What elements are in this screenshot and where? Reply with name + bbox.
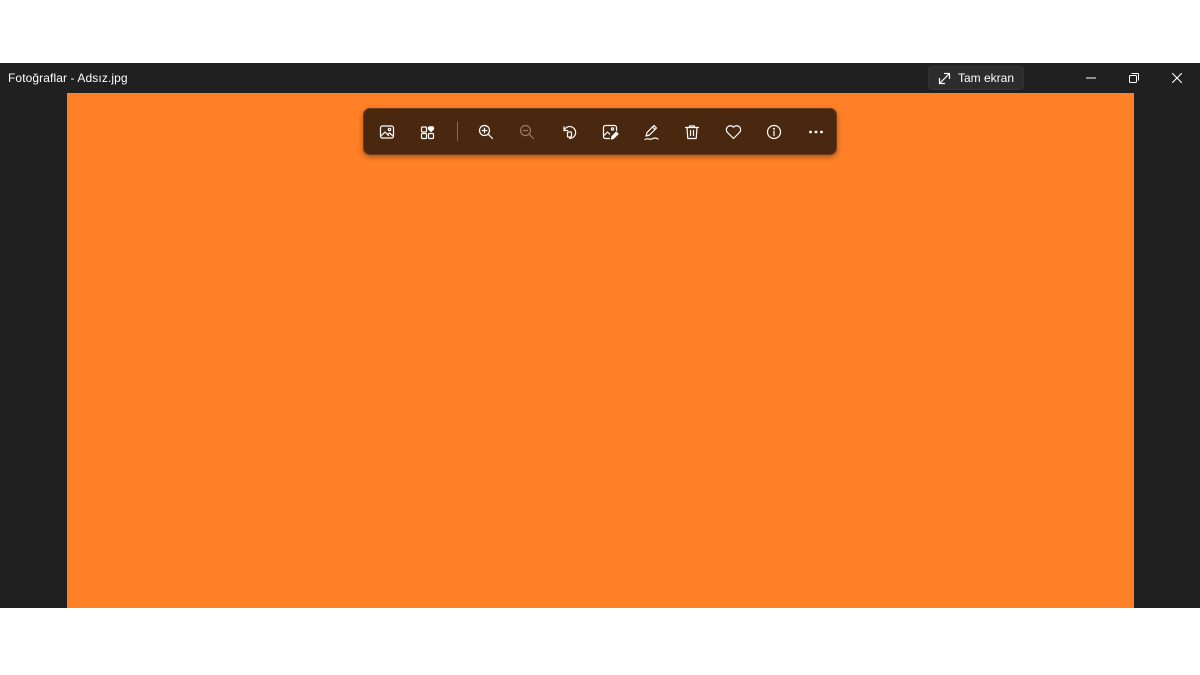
edit-image-icon — [602, 124, 619, 141]
add-to-collection-button[interactable] — [416, 120, 440, 144]
info-icon — [766, 124, 782, 140]
restore-icon — [1128, 72, 1140, 84]
rotate-button[interactable] — [557, 120, 581, 144]
draw-button[interactable] — [639, 120, 663, 144]
window-title: Fotoğraflar - Adsız.jpg — [8, 71, 128, 85]
photo-canvas — [67, 93, 1134, 608]
minimize-button[interactable] — [1070, 63, 1112, 93]
delete-icon — [684, 124, 700, 140]
restore-button[interactable] — [1113, 63, 1155, 93]
expand-icon — [938, 72, 951, 85]
favorite-button[interactable] — [721, 120, 745, 144]
more-options-button[interactable] — [804, 120, 828, 144]
favorite-icon — [725, 124, 742, 140]
add-to-collection-icon — [420, 124, 436, 140]
image-icon — [379, 124, 395, 140]
zoom-out-icon — [519, 124, 535, 140]
view-image-button[interactable] — [375, 120, 399, 144]
toolbar-separator — [457, 122, 458, 141]
minimize-icon — [1085, 72, 1097, 84]
title-bar: Fotoğraflar - Adsız.jpg Tam ekran — [0, 63, 1200, 93]
fullscreen-label: Tam ekran — [957, 71, 1015, 85]
close-button[interactable] — [1156, 63, 1198, 93]
delete-button[interactable] — [680, 120, 704, 144]
zoom-in-button[interactable] — [474, 120, 498, 144]
edit-image-button[interactable] — [598, 120, 622, 144]
zoom-out-button[interactable] — [515, 120, 539, 144]
image-toolbar — [363, 108, 837, 155]
draw-icon — [643, 124, 660, 141]
info-button[interactable] — [762, 120, 786, 144]
close-icon — [1171, 72, 1183, 84]
zoom-in-icon — [478, 124, 494, 140]
rotate-icon — [561, 124, 578, 141]
more-icon — [808, 124, 824, 140]
fullscreen-button[interactable]: Tam ekran — [928, 66, 1024, 90]
